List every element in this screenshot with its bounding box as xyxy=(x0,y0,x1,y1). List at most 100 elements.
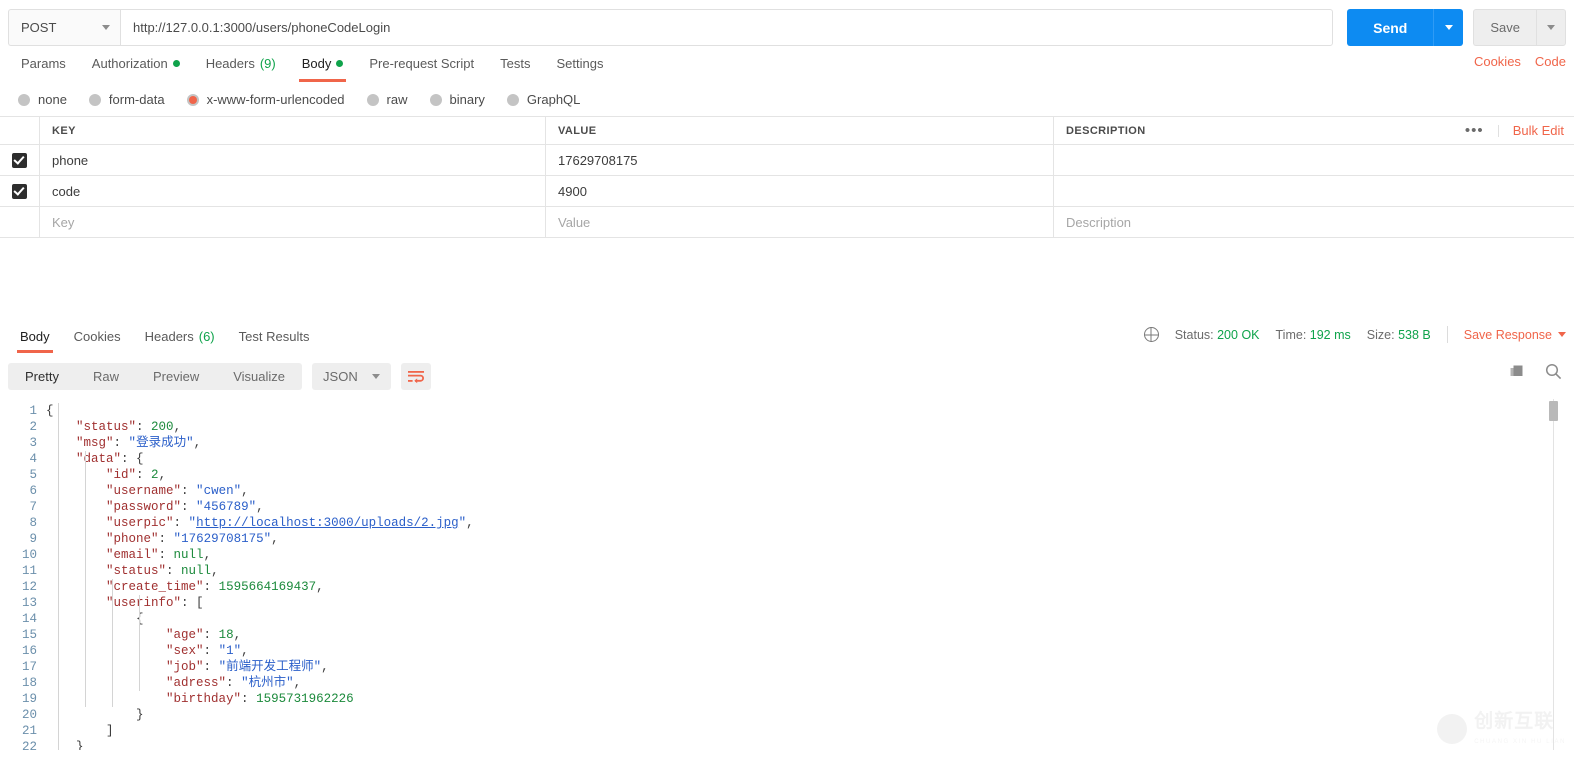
row-key-cell[interactable]: code xyxy=(40,176,546,206)
divider xyxy=(1447,326,1448,343)
globe-icon xyxy=(1144,327,1159,342)
row-description-cell[interactable] xyxy=(1054,145,1574,175)
line-number: 15 xyxy=(0,627,37,643)
http-method-dropdown[interactable]: POST xyxy=(8,9,120,46)
response-tabs: Body Cookies Headers (6) Test Results St… xyxy=(0,322,1574,354)
save-response-button[interactable]: Save Response xyxy=(1464,328,1566,342)
radio-label: x-www-form-urlencoded xyxy=(207,92,345,107)
column-header-description: DESCRIPTION xyxy=(1066,125,1146,137)
fold-guide xyxy=(112,579,113,707)
tab-label: Headers xyxy=(206,56,255,71)
line-number: 6 xyxy=(0,483,37,499)
response-tab-test-results[interactable]: Test Results xyxy=(227,322,322,350)
send-button[interactable]: Send xyxy=(1347,9,1433,46)
code-link[interactable]: Code xyxy=(1535,54,1566,69)
tab-authorization[interactable]: Authorization xyxy=(79,48,193,78)
body-type-graphql[interactable]: GraphQL xyxy=(507,92,580,107)
radio-icon xyxy=(18,94,30,106)
tab-label: Test Results xyxy=(239,329,310,344)
status-value: 200 OK xyxy=(1217,328,1259,342)
code-area: 1 2 3 4 5 6 7 8 9 10 11 12 13 14 15 16 1… xyxy=(0,399,1574,750)
line-number: 20 xyxy=(0,707,37,723)
line-number: 7 xyxy=(0,499,37,515)
response-section: Body Cookies Headers (6) Test Results St… xyxy=(0,322,1574,750)
view-mode-preview[interactable]: Preview xyxy=(136,363,216,390)
row-key-text: phone xyxy=(52,153,88,168)
response-toolbar-actions xyxy=(1509,363,1562,380)
view-mode-visualize[interactable]: Visualize xyxy=(216,363,302,390)
response-tab-headers[interactable]: Headers (6) xyxy=(133,322,227,350)
tab-settings[interactable]: Settings xyxy=(543,48,616,78)
tab-label: Headers xyxy=(145,329,194,344)
tab-pre-request-script[interactable]: Pre-request Script xyxy=(356,48,487,78)
chevron-down-icon xyxy=(1445,25,1453,30)
send-options-button[interactable] xyxy=(1433,9,1463,46)
tab-label: Tests xyxy=(500,56,530,71)
row-checkbox[interactable] xyxy=(12,153,27,168)
row-checkbox[interactable] xyxy=(12,184,27,199)
radio-icon xyxy=(89,94,101,106)
tab-params[interactable]: Params xyxy=(8,48,79,78)
radio-label: form-data xyxy=(109,92,165,107)
response-body-viewer[interactable]: 1 2 3 4 5 6 7 8 9 10 11 12 13 14 15 16 1… xyxy=(0,398,1574,750)
line-number: 9 xyxy=(0,531,37,547)
url-text: http://127.0.0.1:3000/users/phoneCodeLog… xyxy=(133,20,390,35)
tab-tests[interactable]: Tests xyxy=(487,48,543,78)
body-type-urlencoded[interactable]: x-www-form-urlencoded xyxy=(187,92,345,107)
empty-key-cell[interactable]: Key xyxy=(40,207,546,237)
send-button-group: Send xyxy=(1347,9,1463,46)
response-tab-body[interactable]: Body xyxy=(8,322,62,350)
header-key-cell: KEY xyxy=(40,117,546,144)
url-input[interactable]: http://127.0.0.1:3000/users/phoneCodeLog… xyxy=(120,9,1333,46)
empty-value-cell[interactable]: Value xyxy=(546,207,1054,237)
search-button[interactable] xyxy=(1545,363,1562,380)
view-mode-raw[interactable]: Raw xyxy=(76,363,136,390)
tab-headers[interactable]: Headers (9) xyxy=(193,48,289,78)
line-number: 10 xyxy=(0,547,37,563)
response-format-label: JSON xyxy=(323,369,358,384)
cookies-link[interactable]: Cookies xyxy=(1474,54,1521,69)
tab-label: Body xyxy=(20,329,50,344)
body-type-form-data[interactable]: form-data xyxy=(89,92,165,107)
scrollbar-track[interactable] xyxy=(1553,399,1554,750)
bulk-edit-button[interactable]: Bulk Edit xyxy=(1513,123,1564,138)
response-format-dropdown[interactable]: JSON xyxy=(312,363,391,390)
save-button[interactable]: Save xyxy=(1473,9,1536,46)
table-empty-row: Key Value Description xyxy=(0,207,1574,238)
more-options-icon[interactable]: ••• xyxy=(1465,125,1499,137)
save-options-button[interactable] xyxy=(1536,9,1566,46)
scrollbar-thumb[interactable] xyxy=(1549,401,1558,421)
body-params-table: KEY VALUE DESCRIPTION ••• Bulk Edit phon… xyxy=(0,116,1574,238)
body-type-radio-group: none form-data x-www-form-urlencoded raw… xyxy=(0,82,1574,116)
header-check-cell xyxy=(0,117,40,144)
radio-label: raw xyxy=(387,92,408,107)
row-key-cell[interactable]: phone xyxy=(40,145,546,175)
empty-checkbox-cell xyxy=(0,207,40,237)
body-type-none[interactable]: none xyxy=(18,92,67,107)
fold-guide xyxy=(58,403,59,750)
line-number: 16 xyxy=(0,643,37,659)
response-tab-cookies[interactable]: Cookies xyxy=(62,322,133,350)
copy-icon xyxy=(1509,364,1525,380)
time-value: 192 ms xyxy=(1310,328,1351,342)
size-metric: Size: 538 B xyxy=(1367,328,1431,342)
row-value-cell[interactable]: 4900 xyxy=(546,176,1054,206)
row-value-text: 4900 xyxy=(558,184,587,199)
row-description-cell[interactable] xyxy=(1054,176,1574,206)
radio-icon xyxy=(430,94,442,106)
view-mode-pretty[interactable]: Pretty xyxy=(8,363,76,390)
copy-button[interactable] xyxy=(1509,364,1525,380)
header-value-cell: VALUE xyxy=(546,117,1054,144)
wrap-lines-button[interactable] xyxy=(401,363,431,390)
row-value-cell[interactable]: 17629708175 xyxy=(546,145,1054,175)
table-row: phone 17629708175 xyxy=(0,145,1574,176)
line-number: 3 xyxy=(0,435,37,451)
empty-description-cell[interactable]: Description xyxy=(1054,207,1574,237)
body-type-binary[interactable]: binary xyxy=(430,92,485,107)
body-type-raw[interactable]: raw xyxy=(367,92,408,107)
fold-guide xyxy=(85,451,86,707)
fold-guide xyxy=(139,595,140,691)
line-number: 21 xyxy=(0,723,37,739)
request-bar: POST http://127.0.0.1:3000/users/phoneCo… xyxy=(0,0,1574,48)
tab-body[interactable]: Body xyxy=(289,48,357,78)
